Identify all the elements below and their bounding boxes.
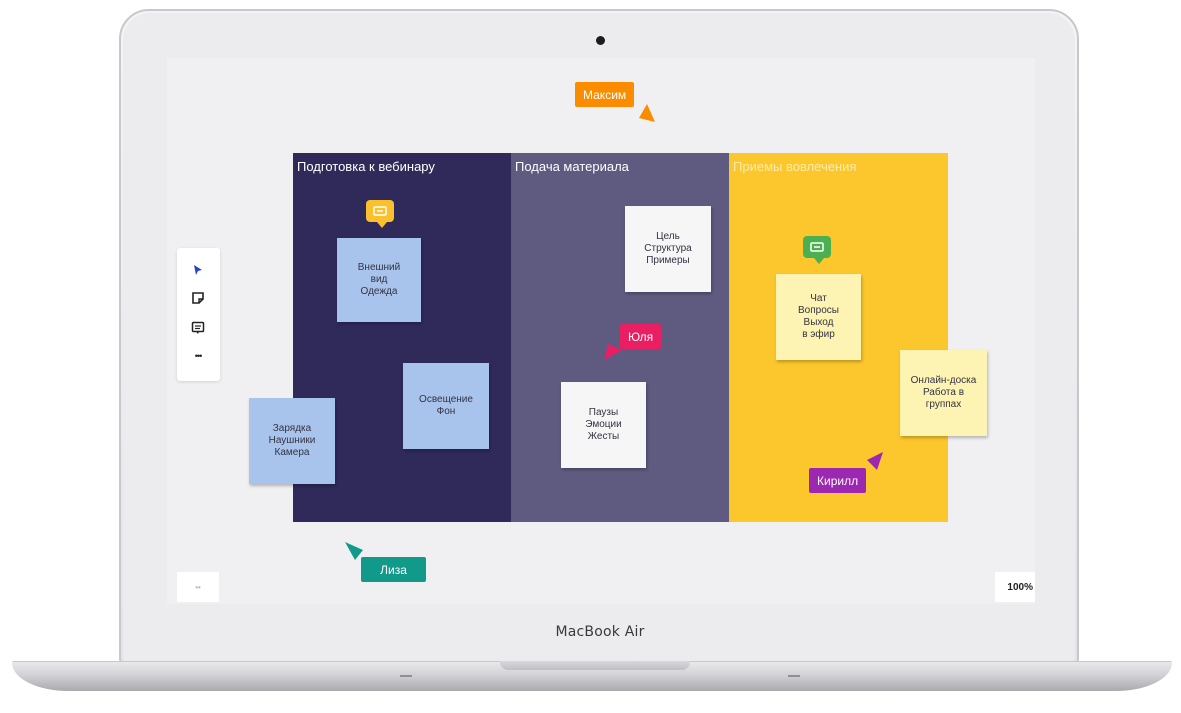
collaborator-cursor-arrow-icon <box>604 344 622 360</box>
sticky-note-icon[interactable] <box>188 288 208 308</box>
sticky-note[interactable]: Онлайн-доска Работа в группах <box>900 350 987 436</box>
comment-icon[interactable] <box>803 236 831 264</box>
collaborator-cursor-label: Лиза <box>361 557 426 582</box>
tool-palette: ••• <box>177 248 220 381</box>
more-icon[interactable]: ••• <box>188 346 208 366</box>
comment-icon[interactable] <box>366 200 394 228</box>
sticky-note[interactable]: Чат Вопросы Выход в эфир <box>776 274 861 360</box>
laptop-foot <box>788 675 800 677</box>
device-brand-label: MacBook Air <box>555 624 645 640</box>
sticky-note[interactable]: Паузы Эмоции Жесты <box>561 382 646 468</box>
collaborator-cursor-label: Максим <box>575 82 635 107</box>
laptop-foot <box>400 675 412 677</box>
whiteboard-app-screen: Подготовка к вебинару Подача материала П… <box>167 58 1035 604</box>
collaborator-cursor-arrow-icon <box>639 104 655 122</box>
cursor-icon[interactable] <box>188 260 208 280</box>
sticky-note[interactable]: Зарядка Наушники Камера <box>249 398 335 484</box>
sticky-note[interactable]: Внешний вид Одежда <box>337 238 421 322</box>
column-title: Приемы вовлечения <box>733 159 857 174</box>
collaborator-cursor-arrow-icon <box>867 452 883 470</box>
sticky-note[interactable]: Освещение Фон <box>403 363 489 449</box>
collaborator-cursor-label: Юля <box>620 324 662 349</box>
column-title: Подготовка к вебинару <box>297 159 435 174</box>
collaborator-cursor-label: Кирилл <box>809 468 867 493</box>
sticky-note[interactable]: Цель Структура Примеры <box>625 206 711 292</box>
zoom-level[interactable]: 100% <box>995 572 1035 602</box>
webcam <box>596 36 605 45</box>
comment-icon[interactable] <box>188 318 208 338</box>
column-title: Подача материала <box>515 159 629 174</box>
minimap-toggle[interactable]: •• <box>177 572 219 602</box>
laptop-hinge-notch <box>500 661 690 670</box>
